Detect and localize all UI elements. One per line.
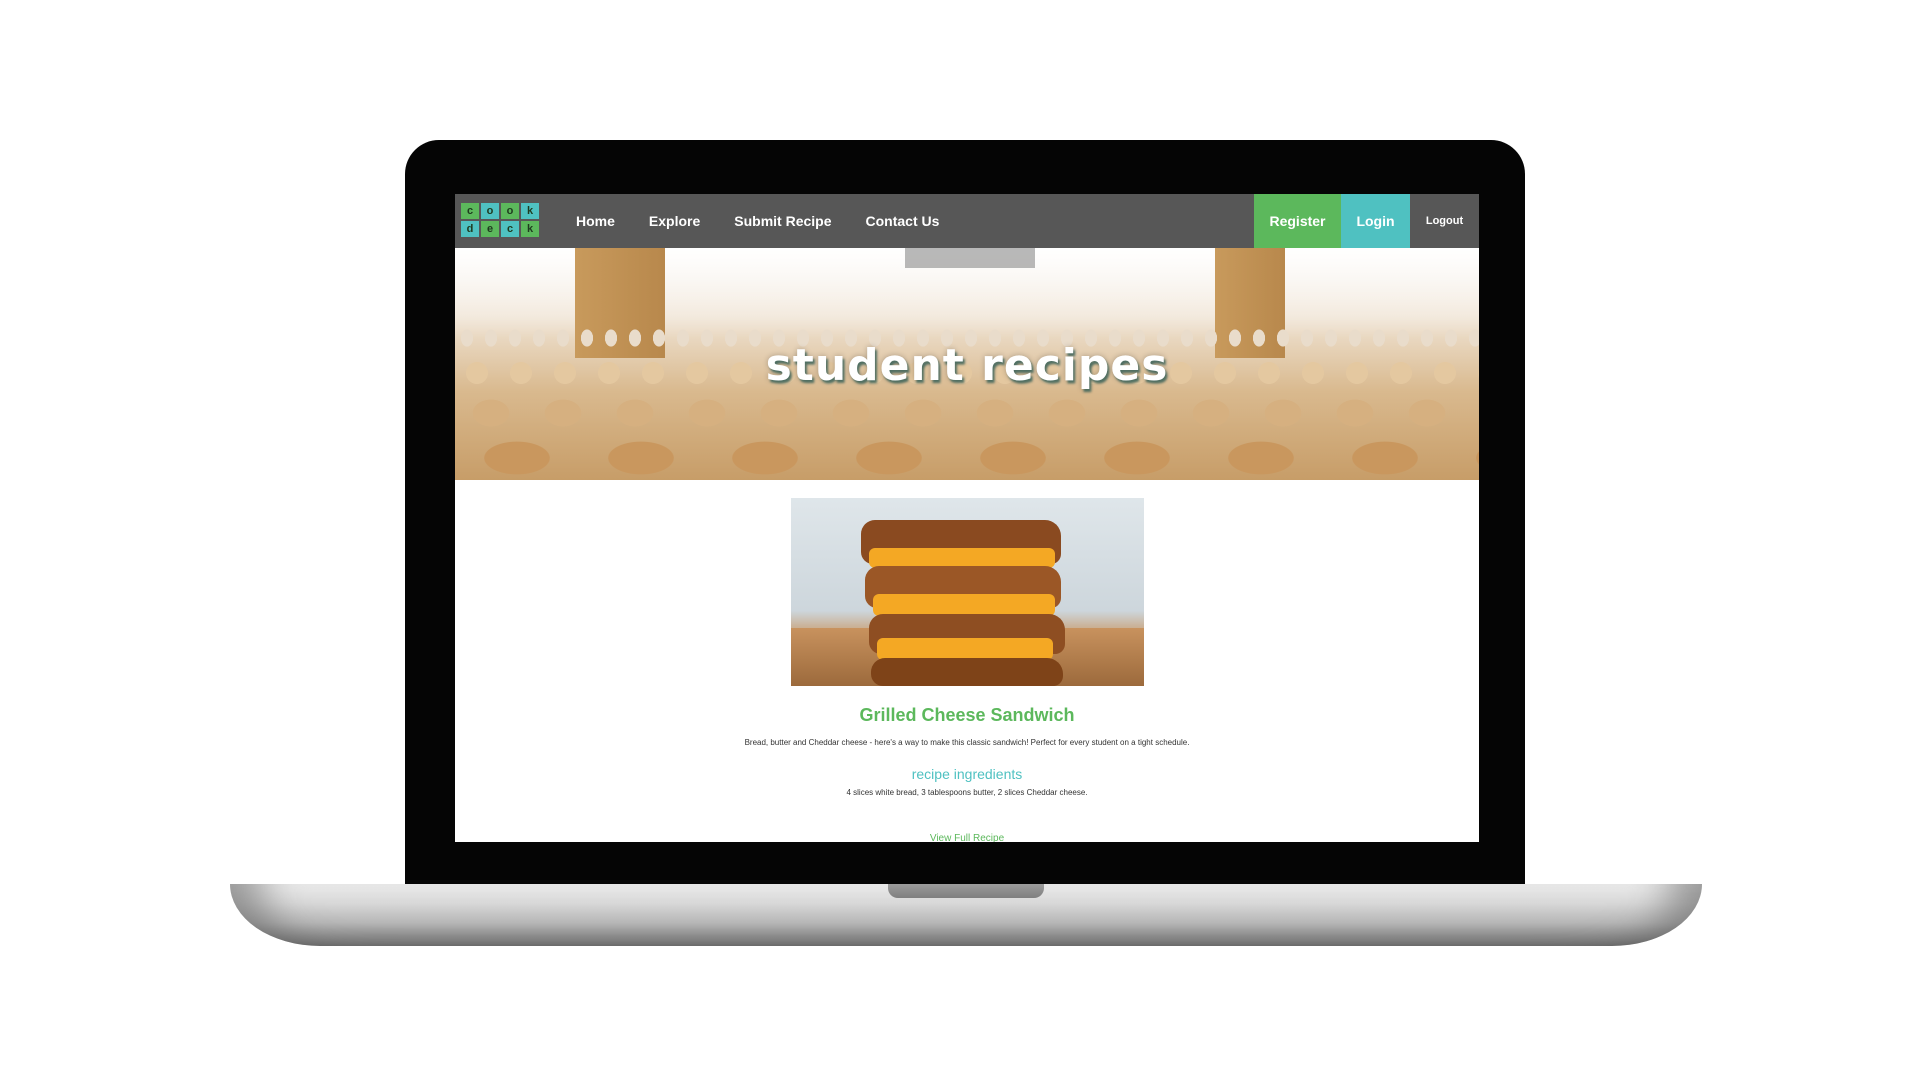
- logout-button[interactable]: Logout: [1410, 194, 1479, 248]
- login-button[interactable]: Login: [1341, 194, 1410, 248]
- cheese-layer: [869, 548, 1055, 568]
- chair-row: [455, 428, 1479, 480]
- cookdeck-logo[interactable]: c o o k d e c k: [461, 203, 545, 239]
- ingredients-heading: recipe ingredients: [911, 766, 1023, 782]
- ingredients-text: 4 slices white bread, 3 tablespoons butt…: [846, 788, 1088, 797]
- hero-title: student recipes: [765, 340, 1169, 391]
- register-button[interactable]: Register: [1254, 194, 1341, 248]
- hero-banner: student recipes: [455, 248, 1479, 480]
- nav-submit-recipe-link[interactable]: Submit Recipe: [717, 213, 848, 229]
- browser-screen: c o o k d e c k Home Explore Submit Reci…: [455, 194, 1479, 842]
- nav-explore-link[interactable]: Explore: [632, 213, 717, 229]
- recipe-description: Bread, butter and Cheddar cheese - here'…: [744, 738, 1190, 747]
- hero-board: [905, 248, 1035, 268]
- top-nav: c o o k d e c k Home Explore Submit Reci…: [455, 194, 1479, 248]
- toast-slice: [871, 658, 1063, 686]
- cheese-layer: [877, 638, 1053, 660]
- nav-contact-us-link[interactable]: Contact Us: [849, 213, 957, 229]
- nav-home-link[interactable]: Home: [559, 213, 632, 229]
- cheese-layer: [873, 594, 1055, 616]
- recipe-title: Grilled Cheese Sandwich: [859, 705, 1075, 725]
- logo-letter: k: [521, 221, 539, 237]
- view-full-recipe-link[interactable]: View Full Recipe: [455, 833, 1479, 842]
- logo-letter: d: [461, 221, 479, 237]
- auth-buttons: Register Login Logout: [1254, 194, 1479, 248]
- logo-letter: e: [481, 221, 499, 237]
- grilled-cheese-image: [791, 498, 1144, 686]
- logo-letter: c: [461, 203, 479, 219]
- logo-letter: o: [481, 203, 499, 219]
- laptop-notch: [888, 884, 1044, 898]
- nav-links: Home Explore Submit Recipe Contact Us: [559, 194, 956, 248]
- logo-letter: k: [521, 203, 539, 219]
- logo-letter: o: [501, 203, 519, 219]
- logo-letter: c: [501, 221, 519, 237]
